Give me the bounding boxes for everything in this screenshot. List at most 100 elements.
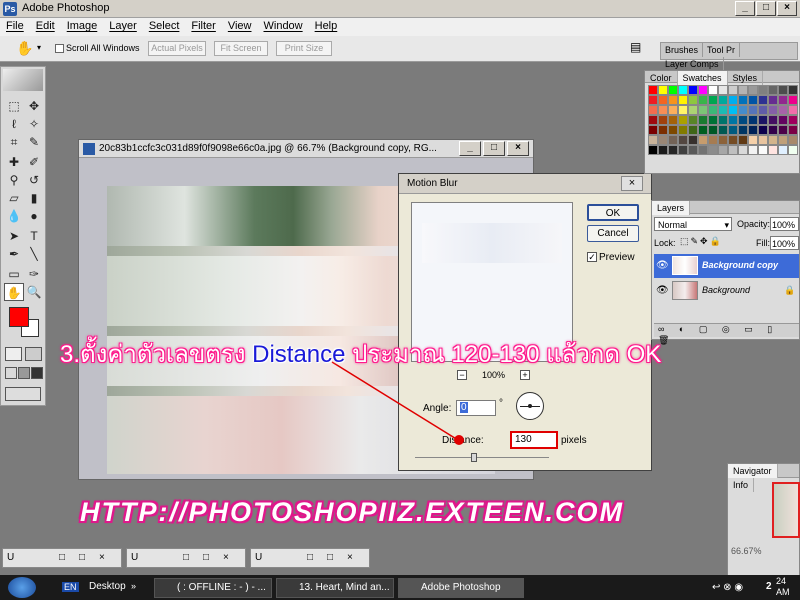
crop-tool-icon[interactable]: ⌗ [4, 133, 24, 151]
color-swatch[interactable] [688, 105, 698, 115]
hand-tool-icon[interactable]: ✋ [16, 40, 33, 57]
color-swatch[interactable] [698, 115, 708, 125]
tab-tool-presets[interactable]: Tool Pr [703, 43, 741, 57]
color-swatch[interactable] [738, 105, 748, 115]
color-swatch[interactable] [758, 145, 768, 155]
zoom-tool-icon[interactable]: 🔍 [24, 283, 44, 301]
maximize-button[interactable]: □ [203, 552, 209, 563]
eraser-tool-icon[interactable]: ▱ [4, 189, 24, 207]
color-swatch[interactable] [678, 135, 688, 145]
navigator-thumbnail[interactable] [772, 482, 800, 538]
tab-brushes[interactable]: Brushes [661, 43, 704, 57]
blend-mode-select[interactable]: Normal ▾ [654, 217, 732, 231]
color-swatch[interactable] [788, 115, 798, 125]
color-swatch[interactable] [748, 115, 758, 125]
eye-icon[interactable]: 👁 [656, 285, 669, 296]
clone-stamp-icon[interactable]: ⚲ [4, 171, 24, 189]
color-swatch[interactable] [778, 95, 788, 105]
tab-layers[interactable]: Layers [652, 201, 691, 215]
color-swatch[interactable] [718, 115, 728, 125]
color-swatch[interactable] [708, 95, 718, 105]
color-swatch[interactable] [778, 85, 788, 95]
color-swatch[interactable] [728, 125, 738, 135]
chevron-icon[interactable]: » [131, 581, 136, 591]
color-swatch[interactable] [748, 95, 758, 105]
pen-tool-icon[interactable]: ✒ [4, 245, 24, 263]
color-swatch[interactable] [718, 95, 728, 105]
close-button[interactable]: × [99, 552, 105, 563]
taskbar-item-media[interactable]: 13. Heart, Mind an... [276, 578, 394, 598]
color-swatch[interactable] [768, 95, 778, 105]
color-swatch[interactable] [728, 135, 738, 145]
layers-footer-buttons[interactable]: ∞ ◐ ▢ ◎ ▭ ▯ 🗑 [654, 323, 799, 345]
color-swatch[interactable] [728, 145, 738, 155]
color-swatch[interactable] [778, 115, 788, 125]
color-swatch[interactable] [688, 125, 698, 135]
color-swatch[interactable] [678, 115, 688, 125]
color-swatch[interactable] [668, 105, 678, 115]
quick-mask-icon[interactable] [25, 347, 42, 361]
brush-tool-icon[interactable]: ✐ [24, 153, 44, 171]
preview-checkbox[interactable]: ✓ [587, 252, 597, 262]
color-swatch[interactable] [788, 135, 798, 145]
color-swatch[interactable] [788, 125, 798, 135]
fit-screen-button[interactable]: Fit Screen [214, 41, 268, 56]
foreground-color-swatch[interactable] [9, 307, 29, 327]
color-swatch[interactable] [698, 105, 708, 115]
dodge-tool-icon[interactable]: ● [24, 207, 44, 225]
tab-info[interactable]: Info [728, 478, 755, 492]
screen-mode-standard-icon[interactable] [5, 367, 17, 379]
maximize-button[interactable]: □ [756, 1, 776, 16]
color-swatch[interactable] [688, 85, 698, 95]
color-swatch[interactable] [768, 145, 778, 155]
color-swatch[interactable] [718, 105, 728, 115]
color-swatch[interactable] [698, 125, 708, 135]
close-button[interactable]: × [777, 1, 797, 16]
color-swatch[interactable] [738, 135, 748, 145]
color-swatch[interactable] [648, 145, 658, 155]
eye-icon[interactable]: 👁 [656, 260, 669, 271]
color-swatch[interactable] [678, 105, 688, 115]
blur-tool-icon[interactable]: 💧 [4, 207, 24, 225]
color-swatch[interactable] [698, 135, 708, 145]
color-swatch[interactable] [668, 115, 678, 125]
color-swatch[interactable] [768, 135, 778, 145]
color-swatch[interactable] [658, 95, 668, 105]
scroll-all-checkbox[interactable] [55, 44, 64, 53]
maximize-button[interactable]: □ [79, 552, 85, 563]
gradient-tool-icon[interactable]: ▮ [24, 189, 44, 207]
color-swatch[interactable] [788, 145, 798, 155]
distance-input[interactable]: 130 [510, 431, 558, 449]
color-swatch[interactable] [668, 125, 678, 135]
color-swatch[interactable] [728, 105, 738, 115]
tab-styles[interactable]: Styles [728, 71, 764, 85]
ok-button[interactable]: OK [587, 204, 639, 221]
language-indicator[interactable]: EN [62, 582, 79, 592]
color-swatch[interactable] [718, 135, 728, 145]
color-swatch[interactable] [678, 145, 688, 155]
hand-tool-icon[interactable]: ✋ [4, 283, 24, 301]
minimize-button[interactable]: _ [735, 1, 755, 16]
opacity-input[interactable]: 100% [770, 217, 799, 231]
tab-navigator[interactable]: Navigator [728, 464, 778, 478]
color-swatch[interactable] [708, 135, 718, 145]
color-swatch[interactable] [788, 105, 798, 115]
screen-mode-menu-icon[interactable] [18, 367, 30, 379]
color-swatch[interactable] [748, 85, 758, 95]
color-swatch[interactable] [758, 95, 768, 105]
doc-close-button[interactable]: × [507, 141, 529, 156]
color-swatch[interactable] [748, 135, 758, 145]
color-swatch[interactable] [718, 145, 728, 155]
angle-dial[interactable] [516, 392, 544, 420]
color-swatch[interactable] [738, 95, 748, 105]
color-swatch[interactable] [708, 105, 718, 115]
magic-wand-tool-icon[interactable]: ✧ [24, 115, 44, 133]
minimized-window-1[interactable]: U □ □ × [2, 548, 122, 568]
color-swatch[interactable] [648, 105, 658, 115]
path-select-tool-icon[interactable]: ➤ [4, 227, 24, 245]
color-swatch[interactable] [648, 135, 658, 145]
tab-swatches[interactable]: Swatches [677, 71, 728, 85]
color-swatch[interactable] [678, 125, 688, 135]
color-swatch[interactable] [768, 115, 778, 125]
color-swatch[interactable] [668, 145, 678, 155]
